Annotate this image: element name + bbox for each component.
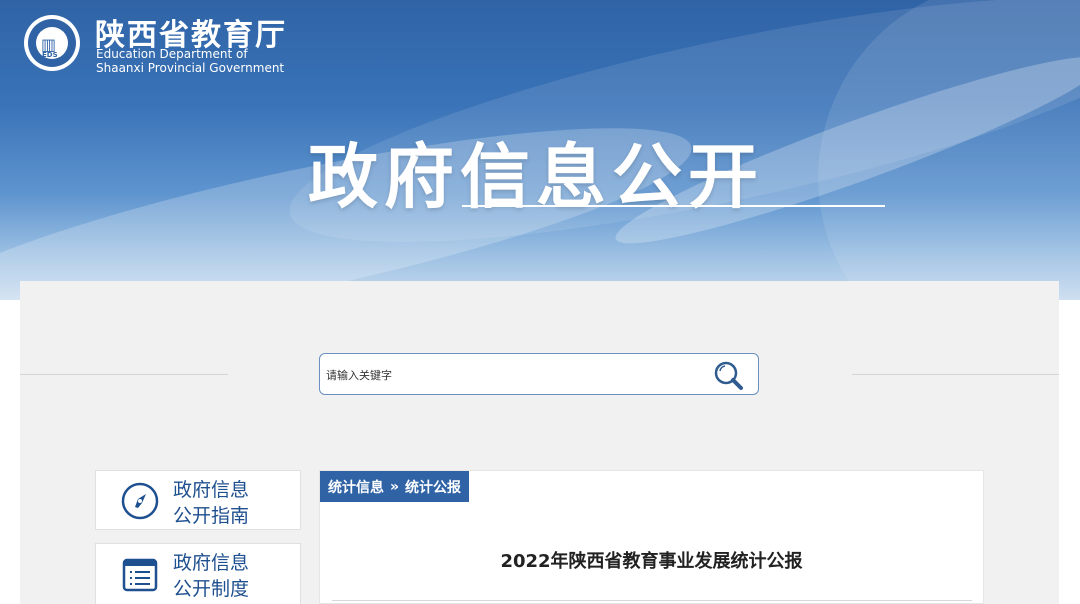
breadcrumb-separator-icon: »	[390, 478, 400, 495]
hero-underline	[462, 205, 885, 207]
logo-text: EDS	[42, 51, 58, 59]
divider-left	[20, 374, 228, 375]
search-icon[interactable]	[709, 358, 749, 392]
divider-right	[852, 374, 1059, 375]
sidebar-item-label: 政府信息 公开指南	[173, 477, 249, 529]
article-title: 2022年陕西省教育事业发展统计公报	[500, 551, 803, 572]
sidebar-item-disclosure-system[interactable]: 政府信息 公开制度	[95, 543, 301, 604]
document-list-icon	[120, 554, 160, 594]
breadcrumb-level1[interactable]: 统计信息	[328, 477, 384, 497]
breadcrumb-level2[interactable]: 统计公报	[405, 477, 461, 497]
search-box	[319, 353, 759, 395]
sidebar-item-label-line2: 公开制度	[173, 578, 250, 600]
breadcrumb: 统计信息 » 统计公报	[320, 471, 470, 502]
sidebar-item-label-line1: 政府信息	[173, 552, 250, 574]
org-name-en-line1: Education Department of	[96, 47, 248, 61]
article-content: 统计信息 » 统计公报 2022年陕西省教育事业发展统计公报	[319, 470, 984, 604]
org-name-en-line2: Shaanxi Provincial Government	[96, 61, 285, 75]
sidebar-item-label: 政府信息 公开制度	[173, 550, 249, 602]
article-divider	[332, 600, 972, 601]
compass-icon	[120, 481, 160, 521]
sidebar-item-label-line1: 政府信息	[173, 479, 250, 501]
search-input[interactable]	[324, 362, 708, 388]
org-logo[interactable]: ▥ EDS	[24, 15, 80, 71]
sidebar-item-label-line2: 公开指南	[173, 505, 250, 527]
sidebar-item-disclosure-guide[interactable]: 政府信息 公开指南	[95, 470, 301, 530]
